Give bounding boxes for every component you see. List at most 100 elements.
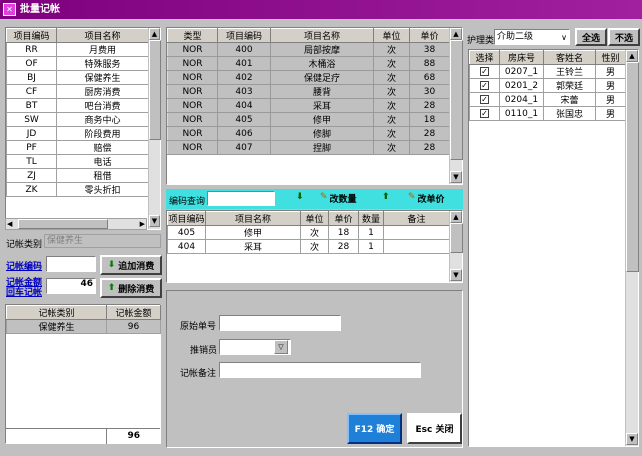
table-row[interactable]: NOR 404 采耳次 28 <box>167 98 450 113</box>
col-price: 单价 <box>409 28 450 43</box>
table-row[interactable]: PF 赔偿 <box>6 140 149 155</box>
scroll-up-button[interactable]: ▲ <box>149 28 160 40</box>
chevron-down-icon[interactable]: ▽ <box>274 340 288 354</box>
nurse-select[interactable]: 介助二级 ∨ <box>494 29 570 45</box>
code-query-input[interactable] <box>207 191 275 206</box>
consume-scrollbar[interactable]: ▲ ▼ <box>449 211 463 282</box>
table-row[interactable]: ✓ 0204_1 宋蕾男 <box>469 92 626 107</box>
account-code-link[interactable]: 记帐编码 <box>6 259 42 272</box>
summary-type-cell: 保健养生 <box>6 319 107 334</box>
select-cell[interactable]: ✓ <box>469 64 500 79</box>
scroll-down-button[interactable]: ▼ <box>149 215 160 227</box>
table-row[interactable]: BJ 保健养生 <box>6 70 149 85</box>
table-row[interactable]: NOR 407 捏脚次 28 <box>167 140 450 155</box>
table-row[interactable]: BT 吧台消费 <box>6 98 149 113</box>
table-row[interactable]: ✓ 0110_1 张国忠男 <box>469 106 626 121</box>
checkbox-checked-icon[interactable]: ✓ <box>480 94 489 104</box>
rooms-scrollbar[interactable]: ▲ ▼ <box>625 50 639 446</box>
rooms-scroll-down[interactable]: ▼ <box>626 433 638 445</box>
table-row[interactable]: 保健养生 96 <box>6 319 161 334</box>
table-row[interactable]: ZJ 租借 <box>6 168 149 183</box>
items-scroll-down[interactable]: ▼ <box>450 171 462 183</box>
checkbox-checked-icon[interactable]: ✓ <box>480 80 489 90</box>
consume-scroll-thumb[interactable] <box>450 223 463 253</box>
scroll-right-icon[interactable]: ▶ <box>140 220 145 228</box>
delete-consume-button[interactable]: ⬆ 删除消费 <box>100 278 162 298</box>
items-table[interactable]: 类型 项目编码 项目名称 单位 单价 NOR 400 局部按摩次 38 NOR 401 木桶… <box>166 27 463 185</box>
original-no-input[interactable] <box>219 315 341 331</box>
name-cell: 捏脚 <box>270 140 374 155</box>
item-category-table[interactable]: 项目编码 项目名称 RR 月费用 OF 特殊服务 BJ 保健养生 CF 厨房消费 BT 吧台消费 S… <box>5 27 161 230</box>
c-price-cell: 18 <box>328 225 359 240</box>
rooms-table[interactable]: 选择 房床号 客姓名 性别 ✓ 0207_1 王铃兰男 ✓ 0201_2 郭荣廷男 ✓ 020… <box>468 49 639 447</box>
table-row[interactable]: NOR 405 修甲次 18 <box>167 112 450 127</box>
summary-table[interactable]: 记帐类别 记帐金额 保健养生 96 96 <box>5 304 161 444</box>
edit-icon: ✎ <box>320 192 328 202</box>
unit-cell: 次 <box>373 42 410 57</box>
name-cell: 修脚 <box>270 126 374 141</box>
table-row[interactable]: OF 特殊服务 <box>6 56 149 71</box>
select-cell[interactable]: ✓ <box>469 106 500 121</box>
table-row[interactable]: 405 修甲次 18 1 <box>167 225 450 240</box>
account-amount-input[interactable]: 46 <box>46 278 96 294</box>
type-cell: NOR <box>167 98 218 113</box>
item-name-cell: 商务中心 <box>56 112 149 127</box>
category-hscrollbar[interactable]: ◀ ▶ <box>5 218 147 230</box>
remark-input[interactable] <box>219 362 421 378</box>
chevron-down-icon[interactable]: ∨ <box>561 31 567 45</box>
rooms-scroll-thumb[interactable] <box>626 62 639 272</box>
down-arrow-icon[interactable]: ⬇ <box>296 192 304 202</box>
table-row[interactable]: ✓ 0207_1 王铃兰男 <box>469 64 626 79</box>
name-cell: 修甲 <box>270 112 374 127</box>
up-arrow-icon[interactable]: ⬆ <box>382 192 390 202</box>
scroll-left-icon[interactable]: ◀ <box>7 220 12 228</box>
modify-price-button[interactable]: ✎ 改单价 <box>408 192 445 205</box>
items-scroll-thumb[interactable] <box>450 40 463 160</box>
hscroll-thumb[interactable] <box>18 219 108 229</box>
table-row[interactable]: RR 月费用 <box>6 42 149 57</box>
gender-cell: 男 <box>595 106 626 121</box>
items-scrollbar[interactable]: ▲ ▼ <box>449 28 463 184</box>
consume-table[interactable]: 项目编码 项目名称 单位 单价 数量 备注 405 修甲次 18 1 404 采耳次 28 1… <box>166 210 463 283</box>
seller-select[interactable]: ▽ <box>219 339 291 355</box>
checkbox-checked-icon[interactable]: ✓ <box>480 66 489 76</box>
account-amount-link[interactable]: 记帐金额 回车记帐 <box>6 278 42 298</box>
table-row[interactable]: NOR 402 保健足疗次 68 <box>167 70 450 85</box>
table-row[interactable]: TL 电话 <box>6 154 149 169</box>
table-row[interactable]: NOR 403 腰背次 30 <box>167 84 450 99</box>
select-all-button[interactable]: 全选 <box>575 28 607 46</box>
select-cell[interactable]: ✓ <box>469 92 500 107</box>
add-consume-button[interactable]: ⬇ 追加消费 <box>100 255 162 275</box>
table-row[interactable]: NOR 406 修脚次 28 <box>167 126 450 141</box>
gender-cell: 男 <box>595 92 626 107</box>
table-row[interactable]: CF 厨房消费 <box>6 84 149 99</box>
close-button[interactable]: Esc 关闭 <box>407 413 462 444</box>
code-cell: 407 <box>217 140 271 155</box>
col-item-name: 项目名称 <box>56 28 149 43</box>
guest-cell: 宋蕾 <box>543 92 596 107</box>
consume-scroll-down[interactable]: ▼ <box>450 269 462 281</box>
confirm-button[interactable]: F12 确定 <box>347 413 402 444</box>
scroll-thumb[interactable] <box>149 40 161 140</box>
table-row[interactable]: ZK 零头折扣 <box>6 182 149 197</box>
unit-cell: 次 <box>373 56 410 71</box>
select-cell[interactable]: ✓ <box>469 78 500 93</box>
modify-qty-button[interactable]: ✎ 改数量 <box>320 192 357 205</box>
code-cell: 400 <box>217 42 271 57</box>
consume-scroll-up[interactable]: ▲ <box>450 211 462 223</box>
select-none-button[interactable]: 不选 <box>608 28 640 46</box>
c-unit-cell: 次 <box>300 239 329 254</box>
category-scrollbar[interactable]: ▲ ▼ <box>148 28 161 229</box>
table-row[interactable]: NOR 401 木桶浴次 88 <box>167 56 450 71</box>
account-code-input[interactable] <box>46 256 96 272</box>
table-row[interactable]: SW 商务中心 <box>6 112 149 127</box>
checkbox-checked-icon[interactable]: ✓ <box>480 108 489 118</box>
rooms-scroll-up[interactable]: ▲ <box>626 50 638 62</box>
table-row[interactable]: ✓ 0201_2 郭荣廷男 <box>469 78 626 93</box>
unit-cell: 次 <box>373 70 410 85</box>
items-scroll-up[interactable]: ▲ <box>450 28 462 40</box>
table-row[interactable]: JD 阶段费用 <box>6 126 149 141</box>
table-row[interactable]: 404 采耳次 28 1 <box>167 239 450 254</box>
item-name-cell: 吧台消费 <box>56 98 149 113</box>
table-row[interactable]: NOR 400 局部按摩次 38 <box>167 42 450 57</box>
